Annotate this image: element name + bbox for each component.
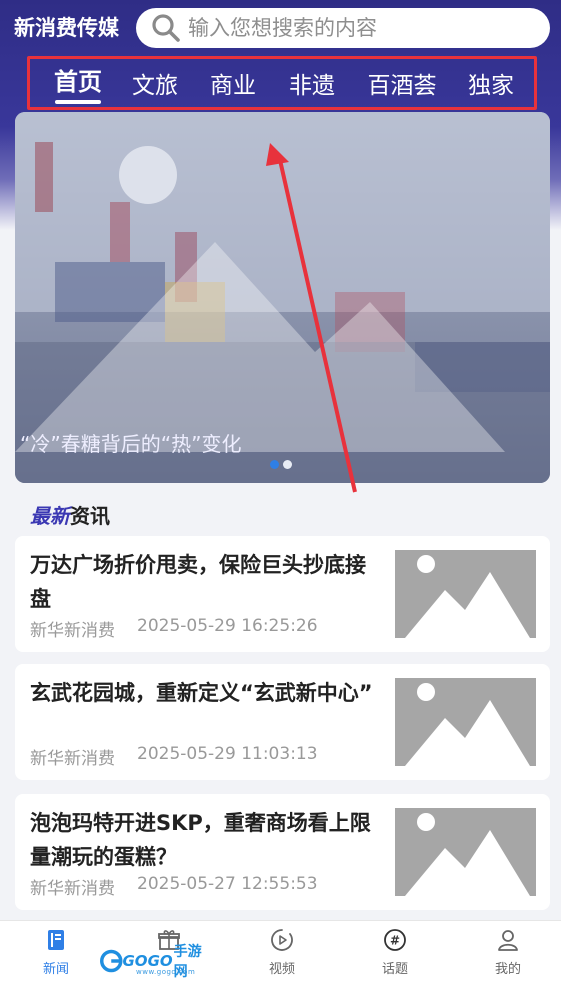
svg-text:#: # [390,934,400,948]
news-card[interactable]: 玄武花园城，重新定义“玄武新中心” 新华新消费 2025-05-29 11:03… [15,664,550,780]
tabbar-item-video[interactable]: 视频 [247,927,317,977]
search-icon [146,8,186,48]
section-title: 最新资讯 [30,500,110,529]
active-tab-underline [55,100,101,104]
topic-hash-icon: # [382,927,408,953]
tab-label: 非遗 [289,73,335,99]
tab-home[interactable]: 首页 [50,59,106,107]
news-meta: 新华新消费 2025-05-27 12:55:53 [30,874,318,899]
news-time: 2025-05-29 16:25:26 [137,616,318,636]
carousel-indicator [270,460,292,469]
tabbar-label: 话题 [381,962,408,977]
news-book-icon [43,927,69,953]
site-watermark: GOGO 手游网 www.gogo.com [100,944,210,980]
profile-icon [495,927,521,953]
image-placeholder-icon [405,683,530,766]
news-time: 2025-05-27 12:55:53 [137,874,318,894]
tabbar-item-news[interactable]: 新闻 [21,927,91,977]
news-card[interactable]: 泡泡玛特开进SKP，重奢商场看上限量潮玩的蛋糕？ 新华新消费 2025-05-2… [15,794,550,910]
search-input[interactable] [188,16,528,40]
tab-exclusive[interactable]: 独家 [464,59,518,107]
tab-business[interactable]: 商业 [206,59,260,107]
news-source: 新华新消费 [30,621,115,641]
app-header: 新消费传媒 [0,0,561,55]
carousel-dot-active[interactable] [270,460,279,469]
category-nav: 首页 文旅 商业 非遗 百酒荟 独家 [27,56,537,110]
news-meta: 新华新消费 2025-05-29 11:03:13 [30,744,318,769]
section-title-rest: 资讯 [70,504,110,528]
news-title: 万达广场折价甩卖，保险巨头抄底接盘 [30,553,366,611]
search-bar[interactable] [136,8,550,48]
news-thumbnail [395,808,536,896]
tabbar-item-topic[interactable]: # 话题 [360,927,430,977]
tab-culture-travel[interactable]: 文旅 [128,59,182,107]
tab-label: 文旅 [132,73,178,99]
news-title: 泡泡玛特开进SKP，重奢商场看上限量潮玩的蛋糕？ [30,811,371,869]
news-thumbnail [395,550,536,638]
news-title: 玄武花园城，重新定义“玄武新中心” [30,681,373,705]
carousel-dot[interactable] [283,460,292,469]
app-logo[interactable]: 新消费传媒 [14,10,119,44]
bottom-tab-bar: 新闻 视频 # 话题 我的 [0,920,561,985]
banner-caption: “冷”春糖背后的“热”变化 [20,432,242,456]
image-placeholder-icon [405,555,530,638]
tabbar-label: 视频 [268,962,295,977]
app-logo-text: 新消费传媒 [14,15,119,40]
tab-heritage[interactable]: 非遗 [285,59,339,107]
tabbar-item-profile[interactable]: 我的 [473,927,543,977]
tab-label: 首页 [54,68,102,96]
news-thumbnail [395,678,536,766]
news-source: 新华新消费 [30,879,115,899]
image-placeholder-icon [405,813,530,896]
video-play-icon [269,927,295,953]
news-time: 2025-05-29 11:03:13 [137,744,318,764]
tab-wine[interactable]: 百酒荟 [364,59,440,107]
tabbar-label: 我的 [494,962,521,977]
tab-label: 独家 [468,73,514,99]
gogo-logo-icon [100,949,123,973]
news-meta: 新华新消费 2025-05-29 16:25:26 [30,616,318,641]
news-source: 新华新消费 [30,749,115,769]
tab-label: 百酒荟 [367,73,437,99]
news-card[interactable]: 万达广场折价甩卖，保险巨头抄底接盘 新华新消费 2025-05-29 16:25… [15,536,550,652]
tab-label: 商业 [210,73,256,99]
section-title-highlight: 最新 [30,504,70,528]
watermark-url: www.gogo.com [136,968,196,976]
tabbar-label: 新闻 [42,962,69,977]
